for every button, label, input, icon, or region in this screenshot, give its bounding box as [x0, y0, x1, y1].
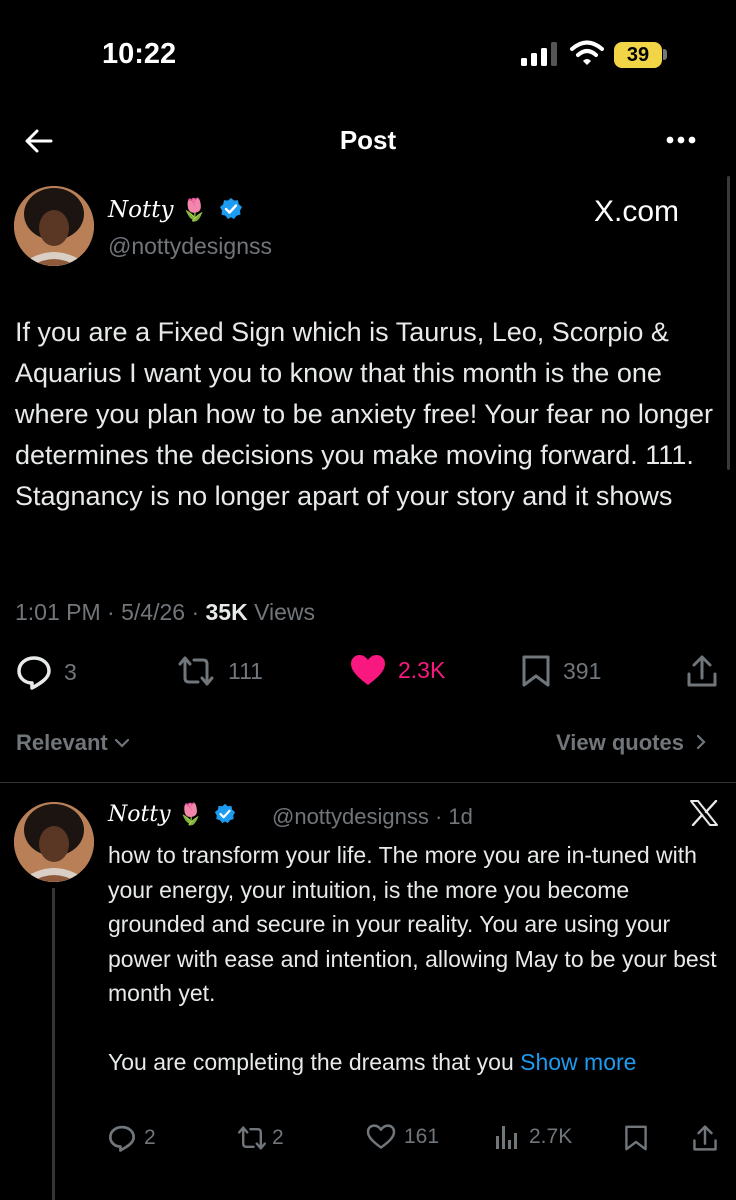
- author-handle[interactable]: @nottydesignss: [108, 233, 272, 260]
- author-name-text: Notty: [108, 197, 174, 223]
- heart-filled-icon: [351, 655, 385, 685]
- view-quotes-label: View quotes: [556, 730, 684, 755]
- battery-icon: 39: [614, 42, 662, 68]
- reply-repost-button[interactable]: 2: [236, 1124, 284, 1152]
- reply-text-p2: You are completing the dreams that you: [108, 1048, 514, 1075]
- post-meta: 1:01 PM · 5/4/26 · 35K Views: [15, 599, 316, 625]
- views-count: 35K: [205, 599, 248, 625]
- share-button[interactable]: [686, 654, 718, 688]
- reply-icon: [17, 656, 51, 690]
- tulip-emoji: 🌷: [177, 802, 204, 826]
- divider: [0, 782, 736, 783]
- author-name[interactable]: Notty 🌷: [108, 197, 243, 223]
- verified-badge-icon: [214, 803, 236, 825]
- repost-count: 111: [228, 657, 263, 684]
- avatar[interactable]: [14, 186, 94, 266]
- reply-author-name-text: Notty: [108, 802, 171, 827]
- show-more-link[interactable]: Show more: [520, 1049, 636, 1075]
- share-icon: [687, 655, 717, 687]
- view-quotes-link[interactable]: View quotes: [556, 730, 706, 756]
- repost-button[interactable]: 111: [176, 654, 263, 688]
- x-logo-icon: [690, 800, 718, 826]
- wifi-icon: [570, 40, 604, 66]
- reply-text-p1: how to transform your life. The more you…: [108, 842, 717, 1006]
- signal-icon: [521, 42, 561, 66]
- more-options-icon[interactable]: [666, 136, 696, 144]
- bookmark-button[interactable]: 391: [521, 654, 601, 688]
- reply-count: 3: [64, 658, 77, 685]
- battery-tip: [663, 49, 667, 60]
- heart-outline-icon: [366, 1124, 396, 1149]
- source-label: X.com: [594, 195, 680, 228]
- thread-line: [52, 888, 55, 1200]
- reply-text-p2-wrap: You are completing the dreams that you S…: [108, 1045, 718, 1080]
- reply-views-button[interactable]: 2.7K: [495, 1124, 572, 1150]
- post-time: 1:01 PM: [15, 599, 101, 625]
- views-chart-icon: [496, 1126, 517, 1149]
- verified-badge-icon: [219, 197, 243, 221]
- page-title: Post: [339, 125, 397, 155]
- reply-like-button[interactable]: 161: [366, 1124, 439, 1150]
- sort-relevant-dropdown[interactable]: Relevant: [16, 730, 130, 756]
- post-text: If you are a Fixed Sign which is Taurus,…: [15, 317, 713, 511]
- reply-like-count: 161: [404, 1125, 440, 1148]
- views-label: Views: [254, 599, 316, 625]
- status-time: 10:22: [102, 38, 177, 70]
- reply-repost-count: 2: [272, 1126, 284, 1149]
- like-button[interactable]: 2.3K: [350, 654, 445, 686]
- tulip-emoji: 🌷: [180, 198, 209, 223]
- post-date: 5/4/26: [121, 599, 186, 625]
- reply-reply-count: 2: [144, 1126, 156, 1149]
- reply-icon: [108, 1125, 136, 1152]
- chevron-right-icon: [696, 734, 706, 750]
- bookmark-icon: [522, 655, 550, 687]
- reply-reply-button[interactable]: 2: [108, 1124, 156, 1152]
- reply-avatar[interactable]: [14, 802, 94, 882]
- scrollbar[interactable]: [727, 176, 730, 470]
- like-count: 2.3K: [398, 656, 446, 683]
- chevron-down-icon: [114, 738, 130, 748]
- sort-label: Relevant: [16, 730, 108, 755]
- reply-views-count: 2.7K: [529, 1125, 573, 1148]
- reply-bookmark-button[interactable]: [624, 1124, 648, 1152]
- reply-text: how to transform your life. The more you…: [108, 838, 718, 1079]
- reply-author-name[interactable]: Notty 🌷: [108, 802, 236, 827]
- reply-handle-time[interactable]: @nottydesignss · 1d: [272, 804, 473, 830]
- bookmark-count: 391: [563, 657, 602, 684]
- repost-icon: [178, 656, 214, 686]
- share-icon: [693, 1125, 717, 1151]
- reply-button[interactable]: 3: [16, 654, 77, 690]
- reply-share-button[interactable]: [692, 1124, 718, 1152]
- repost-icon: [238, 1126, 266, 1150]
- bookmark-icon: [625, 1125, 647, 1151]
